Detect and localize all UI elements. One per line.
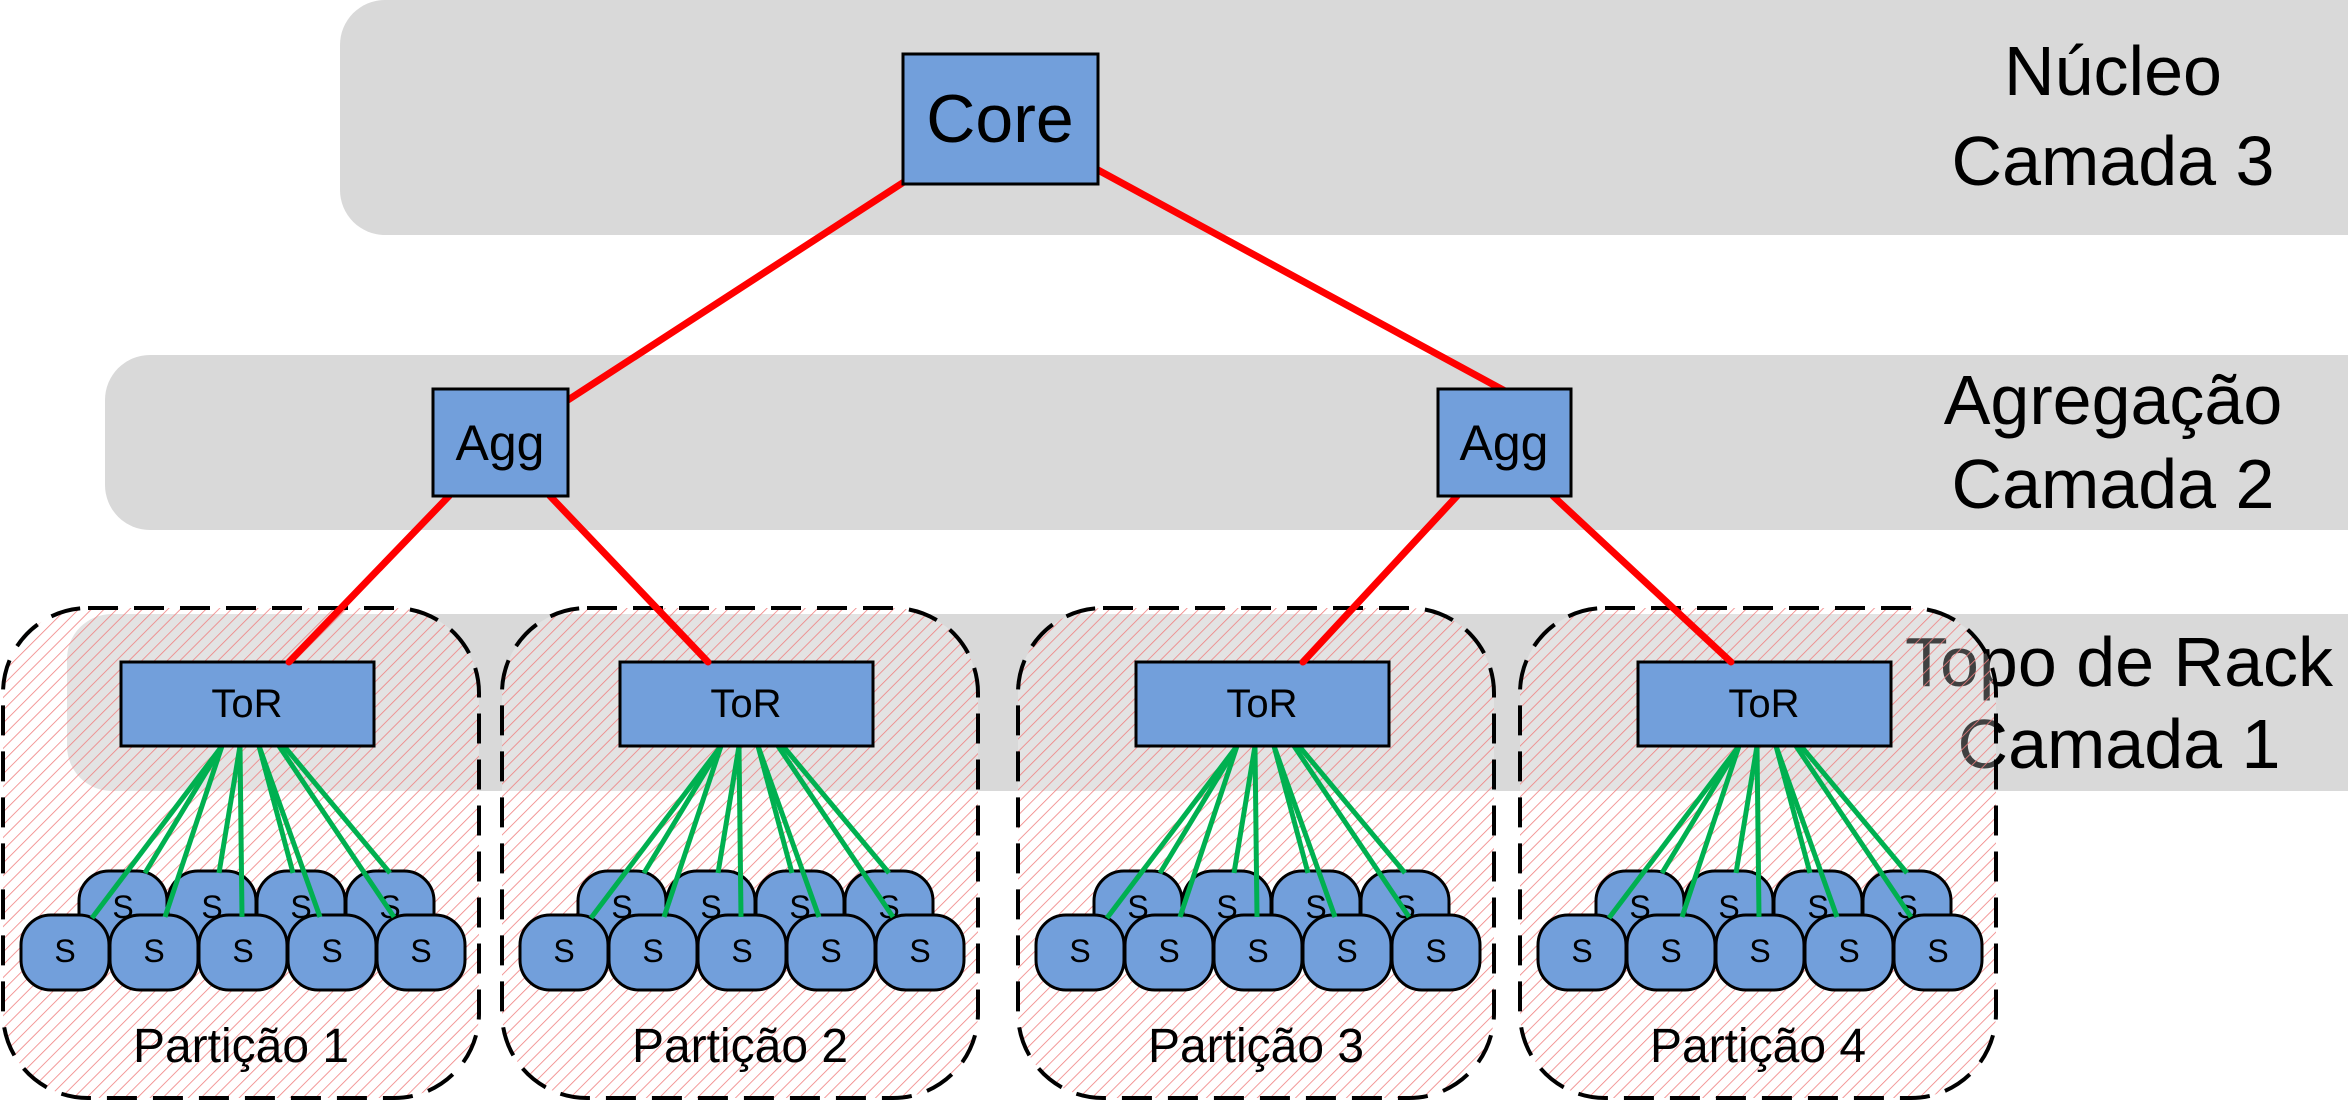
server-label: S (642, 933, 663, 969)
partition-label: Partição 4 (1650, 1020, 1866, 1073)
agg-label: Agg (456, 415, 545, 471)
partition-label: Partição 3 (1148, 1020, 1364, 1073)
server: S (1714, 913, 1806, 992)
server: S (1212, 913, 1304, 992)
server-label: S (54, 933, 75, 969)
tor-label: ToR (1728, 682, 1799, 726)
aggregation-switch-1: Agg (431, 387, 570, 498)
agg-label: Agg (1460, 415, 1549, 471)
server-label: S (553, 933, 574, 969)
server: S (108, 913, 200, 992)
layer-number: Camada 3 (1952, 122, 2275, 200)
tor-switch: ToR (119, 660, 376, 748)
server-label: S (1571, 933, 1592, 969)
aggregation-switch-2: Agg (1436, 387, 1573, 498)
server: S (696, 913, 788, 992)
layer-number: Camada 2 (1952, 445, 2275, 523)
server: S (286, 913, 378, 992)
server: S (1034, 913, 1126, 992)
server: S (874, 913, 966, 992)
tor-switch: ToR (1134, 660, 1391, 748)
server-label: S (321, 933, 342, 969)
server: S (518, 913, 610, 992)
layer-number: Camada 1 (1958, 705, 2281, 783)
server: S (785, 913, 877, 992)
server-label: S (143, 933, 164, 969)
partition-4: SSSSSSSSSToRPartição 4 (1518, 606, 1998, 1100)
network-topology-diagram: Núcleo Camada 3 Agregação Camada 2 Topo … (1, 0, 2348, 1100)
server-link (1252, 745, 1260, 918)
server: S (19, 913, 111, 992)
server-label: S (410, 933, 431, 969)
server-label: S (1749, 933, 1770, 969)
server-link (736, 745, 744, 918)
server-label: S (232, 933, 253, 969)
server: S (197, 913, 289, 992)
server: S (607, 913, 699, 992)
server-label: S (1425, 933, 1446, 969)
core-label: Core (926, 81, 1073, 157)
layer-name: Agregação (1944, 361, 2283, 439)
server-label: S (1838, 933, 1859, 969)
tor-switch: ToR (1636, 660, 1893, 748)
server: S (1390, 913, 1482, 992)
server-label: S (1927, 933, 1948, 969)
tor-switch: ToR (618, 660, 875, 748)
layer-name: Núcleo (2004, 32, 2222, 110)
partition-1: SSSSSSSSSToRPartição 1 (1, 606, 481, 1100)
server: S (1625, 913, 1717, 992)
server: S (1536, 913, 1628, 992)
core-switch: Core (901, 52, 1100, 186)
tor-label: ToR (710, 682, 781, 726)
partition-3: SSSSSSSSSToRPartição 3 (1016, 606, 1496, 1100)
server-label: S (909, 933, 930, 969)
server: S (1301, 913, 1393, 992)
partition-label: Partição 1 (133, 1020, 349, 1073)
server-link (1754, 745, 1762, 918)
server: S (1803, 913, 1895, 992)
server-label: S (1158, 933, 1179, 969)
server-link (237, 745, 245, 918)
server: S (1892, 913, 1984, 992)
tor-label: ToR (211, 682, 282, 726)
server-label: S (731, 933, 752, 969)
server: S (1123, 913, 1215, 992)
server: S (375, 913, 467, 992)
server-label: S (1660, 933, 1681, 969)
server-label: S (1069, 933, 1090, 969)
partition-label: Partição 2 (632, 1020, 848, 1073)
partition-2: SSSSSSSSSToRPartição 2 (500, 606, 980, 1100)
tor-label: ToR (1226, 682, 1297, 726)
server-label: S (1247, 933, 1268, 969)
server-label: S (820, 933, 841, 969)
server-label: S (1336, 933, 1357, 969)
